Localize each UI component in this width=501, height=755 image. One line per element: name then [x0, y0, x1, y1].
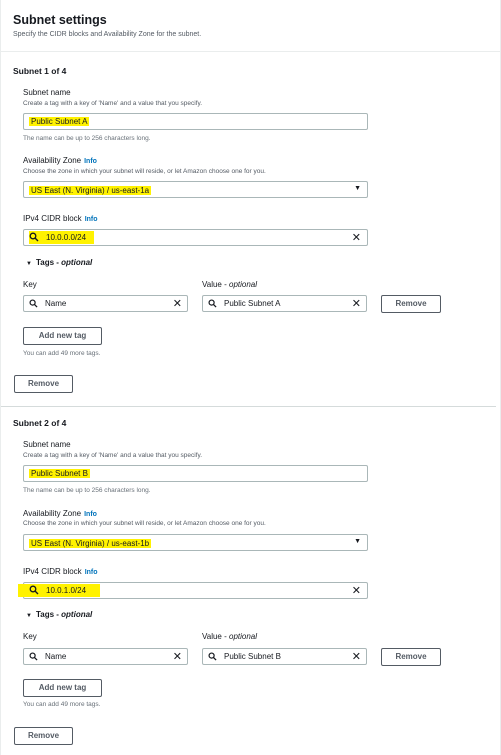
- subnet-name-label: Subnet name: [23, 440, 71, 449]
- az-info-link[interactable]: Info: [84, 158, 97, 165]
- az-description: Choose the zone in which your subnet wil…: [23, 168, 266, 175]
- page-title: Subnet settings: [13, 13, 107, 27]
- subnet-name-value: Public Subnet B: [29, 469, 90, 478]
- add-tag-hint: You can add 49 more tags.: [23, 350, 101, 357]
- cidr-input[interactable]: 10.0.1.0/24 ✕: [18, 582, 368, 599]
- cidr-value: 10.0.0.0/24: [46, 233, 87, 242]
- tag-key-value: Name: [45, 652, 67, 661]
- subnet-name-value: Public Subnet A: [29, 117, 90, 126]
- tag-key-value: Name: [45, 299, 67, 308]
- subnet-settings-panel: Subnet settings Specify the CIDR blocks …: [0, 0, 501, 755]
- key-label: Key: [23, 280, 37, 289]
- subnet-name-description: Create a tag with a key of 'Name' and a …: [23, 100, 203, 107]
- tags-toggle[interactable]: ▼ Tags - optional: [26, 610, 92, 619]
- tag-value-value: Public Subnet A: [224, 299, 281, 308]
- subnet-title: Subnet 1 of 4: [13, 66, 67, 76]
- cidr-label: IPv4 CIDR block Info: [23, 567, 98, 576]
- cidr-info-link[interactable]: Info: [85, 569, 98, 576]
- az-select[interactable]: US East (N. Virginia) / us-east-1a ▼: [23, 181, 368, 198]
- value-label: Value - optional: [202, 632, 258, 641]
- tag-value-value: Public Subnet B: [224, 652, 281, 661]
- az-description: Choose the zone in which your subnet wil…: [23, 520, 266, 527]
- cidr-input[interactable]: 10.0.0.0/24 ✕: [23, 229, 368, 246]
- remove-tag-button[interactable]: Remove: [381, 295, 441, 313]
- tag-value-input[interactable]: Public Subnet B ✕: [202, 648, 367, 665]
- subnet-name-input[interactable]: Public Subnet A: [23, 113, 368, 130]
- tag-key-input[interactable]: Name ✕: [23, 295, 188, 312]
- caret-down-icon: ▼: [26, 261, 32, 267]
- az-info-link[interactable]: Info: [84, 511, 97, 518]
- tag-key-input[interactable]: Name ✕: [23, 648, 188, 665]
- subnet-name-hint: The name can be up to 256 characters lon…: [23, 487, 151, 494]
- remove-subnet-button[interactable]: Remove: [14, 375, 73, 393]
- tag-value-input[interactable]: Public Subnet A ✕: [202, 295, 367, 312]
- caret-down-icon: ▼: [26, 613, 32, 619]
- az-value: US East (N. Virginia) / us-east-1b: [29, 539, 152, 548]
- subnet-name-description: Create a tag with a key of 'Name' and a …: [23, 452, 203, 459]
- value-label: Value - optional: [202, 280, 258, 289]
- az-select[interactable]: US East (N. Virginia) / us-east-1b ▼: [23, 534, 368, 551]
- cidr-label: IPv4 CIDR block Info: [23, 214, 98, 223]
- clear-icon[interactable]: ✕: [352, 297, 361, 310]
- search-icon: [29, 585, 39, 595]
- cidr-info-link[interactable]: Info: [85, 216, 98, 223]
- clear-icon[interactable]: ✕: [173, 297, 182, 310]
- subnet-section-1: Subnet 1 of 4 Subnet name Create a tag w…: [1, 52, 496, 407]
- tags-toggle[interactable]: ▼ Tags - optional: [26, 258, 92, 267]
- caret-down-icon: ▼: [354, 185, 361, 192]
- subnet-section-2: Subnet 2 of 4 Subnet name Create a tag w…: [1, 407, 496, 755]
- clear-icon[interactable]: ✕: [173, 650, 182, 663]
- add-new-tag-button[interactable]: Add new tag: [23, 327, 102, 345]
- clear-icon[interactable]: ✕: [352, 231, 361, 244]
- clear-icon[interactable]: ✕: [352, 584, 361, 597]
- subnet-name-hint: The name can be up to 256 characters lon…: [23, 135, 151, 142]
- page-description: Specify the CIDR blocks and Availability…: [13, 31, 202, 38]
- az-value: US East (N. Virginia) / us-east-1a: [29, 186, 152, 195]
- caret-down-icon: ▼: [354, 538, 361, 545]
- search-icon: [29, 299, 38, 308]
- subnet-name-label: Subnet name: [23, 88, 71, 97]
- az-label: Availability Zone Info: [23, 156, 97, 165]
- subnet-name-input[interactable]: Public Subnet B: [23, 465, 368, 482]
- search-icon: [29, 652, 38, 661]
- search-icon: [208, 299, 217, 308]
- add-tag-hint: You can add 49 more tags.: [23, 701, 101, 708]
- key-label: Key: [23, 632, 37, 641]
- add-new-tag-button[interactable]: Add new tag: [23, 679, 102, 697]
- subnet-title: Subnet 2 of 4: [13, 418, 67, 428]
- remove-tag-button[interactable]: Remove: [381, 648, 441, 666]
- search-icon: [29, 232, 39, 242]
- cidr-value: 10.0.1.0/24: [46, 586, 87, 595]
- search-icon: [208, 652, 217, 661]
- remove-subnet-button[interactable]: Remove: [14, 727, 73, 745]
- panel-header: Subnet settings Specify the CIDR blocks …: [1, 0, 500, 52]
- clear-icon[interactable]: ✕: [352, 650, 361, 663]
- az-label: Availability Zone Info: [23, 509, 97, 518]
